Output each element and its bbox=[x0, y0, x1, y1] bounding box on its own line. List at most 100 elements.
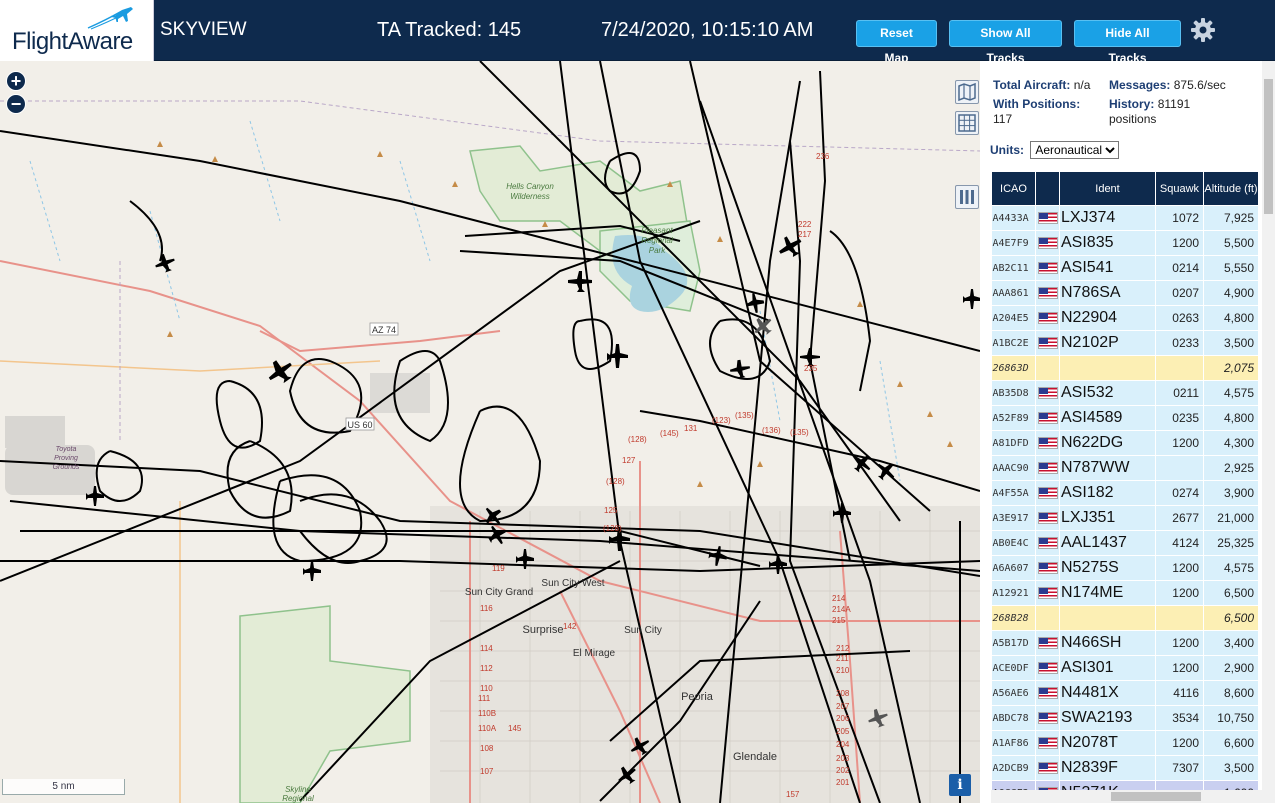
table-row[interactable]: A4433A LXJ374 1072 7,925 bbox=[991, 205, 1258, 231]
show-all-tracks-button[interactable]: Show All Tracks bbox=[949, 20, 1062, 65]
aircraft-ident-cell: N174ME bbox=[1059, 580, 1156, 606]
info-button[interactable]: i bbox=[949, 774, 971, 796]
table-row[interactable]: A1BC2E N2102P 0233 3,500 bbox=[991, 330, 1258, 356]
altitude-cell: 2,900 bbox=[1203, 655, 1258, 681]
column-header-squawk[interactable]: Squawk bbox=[1155, 171, 1204, 206]
map-canvas[interactable]: Hells Canyon Wilderness Pleasant Regiona… bbox=[0, 61, 980, 803]
altitude-cell: 8,600 bbox=[1203, 680, 1258, 706]
column-header-ident[interactable]: Ident bbox=[1059, 171, 1156, 206]
hide-all-tracks-button[interactable]: Hide All Tracks bbox=[1074, 20, 1181, 65]
table-row[interactable]: AB2C11 ASI541 0214 5,550 bbox=[991, 255, 1258, 281]
country-flag-cell bbox=[1035, 530, 1060, 556]
table-row[interactable]: A3E917 LXJ351 2677 21,000 bbox=[991, 505, 1258, 531]
gear-icon[interactable] bbox=[1190, 17, 1216, 43]
aircraft-ident-cell: LXJ374 bbox=[1059, 205, 1156, 231]
map-layers-button[interactable] bbox=[955, 80, 979, 104]
altitude-cell: 3,900 bbox=[1203, 480, 1258, 506]
reset-map-button[interactable]: Reset Map bbox=[856, 20, 937, 65]
country-flag-cell bbox=[1035, 755, 1060, 781]
aircraft-ident-cell: N787WW bbox=[1059, 455, 1156, 481]
svg-text:201: 201 bbox=[836, 778, 850, 787]
altitude-cell: 3,500 bbox=[1203, 330, 1258, 356]
aircraft-icao-cell: AAAC90 bbox=[991, 455, 1036, 481]
svg-text:142: 142 bbox=[563, 622, 577, 631]
column-toggle-button[interactable] bbox=[955, 185, 979, 209]
table-row[interactable]: AAAC90 N787WW 2,925 bbox=[991, 455, 1258, 481]
zoom-in-button[interactable]: + bbox=[6, 71, 26, 91]
table-row[interactable]: 268B28 6,500 bbox=[991, 605, 1258, 631]
svg-text:214: 214 bbox=[832, 594, 846, 603]
grid-toggle-button[interactable] bbox=[955, 111, 979, 135]
app-title: SKYVIEW bbox=[160, 19, 247, 40]
table-row[interactable]: A81DFD N622DG 1200 4,300 bbox=[991, 430, 1258, 456]
column-header-flag[interactable] bbox=[1035, 171, 1060, 206]
table-row[interactable]: A5B17D N466SH 1200 3,400 bbox=[991, 630, 1258, 656]
squawk-cell: 0233 bbox=[1155, 330, 1204, 356]
horizontal-scrollbar[interactable] bbox=[991, 790, 1262, 803]
table-row[interactable]: A12921 N174ME 1200 6,500 bbox=[991, 580, 1258, 606]
squawk-cell: 0211 bbox=[1155, 380, 1204, 406]
svg-text:Skyline: Skyline bbox=[285, 785, 311, 794]
svg-text:202: 202 bbox=[836, 766, 850, 775]
units-select[interactable]: Aeronautical bbox=[1030, 141, 1120, 159]
table-row[interactable]: ACE0DF ASI301 1200 2,900 bbox=[991, 655, 1258, 681]
flightaware-logo[interactable]: FlightAware bbox=[0, 0, 154, 61]
table-row[interactable]: AB0E4C AAL1437 4124 25,325 bbox=[991, 530, 1258, 556]
us-flag-icon bbox=[1037, 311, 1058, 324]
table-row[interactable]: A204E5 N22904 0263 4,800 bbox=[991, 305, 1258, 331]
aircraft-ident-cell: N466SH bbox=[1059, 630, 1156, 656]
squawk-cell: 2677 bbox=[1155, 505, 1204, 531]
svg-text:Park: Park bbox=[649, 246, 666, 255]
zoom-out-button[interactable]: − bbox=[6, 94, 26, 114]
scrollbar-thumb[interactable] bbox=[1264, 79, 1273, 214]
svg-text:(135): (135) bbox=[735, 411, 754, 420]
country-flag-cell bbox=[1035, 555, 1060, 581]
squawk-cell: 1200 bbox=[1155, 555, 1204, 581]
scrollbar-thumb[interactable] bbox=[1111, 792, 1201, 801]
us-flag-icon bbox=[1037, 561, 1058, 574]
vertical-scrollbar[interactable] bbox=[1262, 61, 1275, 803]
country-flag-cell bbox=[1035, 255, 1060, 281]
table-row[interactable]: A56AE6 N4481X 4116 8,600 bbox=[991, 680, 1258, 706]
squawk-cell: 1200 bbox=[1155, 630, 1204, 656]
columns-icon bbox=[960, 190, 974, 204]
logo-text: FlightAware bbox=[12, 28, 133, 55]
clock: 7/24/2020, 10:15:10 AM bbox=[601, 19, 814, 41]
table-row[interactable]: A1AF86 N2078T 1200 6,600 bbox=[991, 730, 1258, 756]
table-row[interactable]: AB35D8 ASI532 0211 4,575 bbox=[991, 380, 1258, 406]
altitude-cell: 3,400 bbox=[1203, 630, 1258, 656]
column-header-icao[interactable]: ICAO bbox=[991, 171, 1036, 206]
table-row[interactable]: A2DCB9 N2839F 7307 3,500 bbox=[991, 755, 1258, 781]
table-row[interactable]: A4E7F9 ASI835 1200 5,500 bbox=[991, 230, 1258, 256]
aircraft-icon bbox=[155, 253, 175, 273]
altitude-cell: 21,000 bbox=[1203, 505, 1258, 531]
svg-text:211: 211 bbox=[836, 654, 849, 663]
history-stat: History: 81191 positions bbox=[1109, 97, 1191, 126]
table-row[interactable]: A6A607 N5275S 1200 4,575 bbox=[991, 555, 1258, 581]
us-flag-icon bbox=[1037, 411, 1058, 424]
svg-text:217: 217 bbox=[798, 230, 812, 239]
table-row[interactable]: A52F89 ASI4589 0235 4,800 bbox=[991, 405, 1258, 431]
altitude-cell: 5,500 bbox=[1203, 230, 1258, 256]
country-flag-cell bbox=[1035, 630, 1060, 656]
svg-text:Proving: Proving bbox=[54, 455, 78, 462]
aircraft-icao-cell: 26863D bbox=[991, 355, 1036, 381]
us-flag-icon bbox=[1037, 511, 1058, 524]
svg-text:206: 206 bbox=[836, 714, 850, 723]
svg-text:222: 222 bbox=[798, 220, 812, 229]
table-row[interactable]: 26863D 2,075 bbox=[991, 355, 1258, 381]
table-row[interactable]: A4F55A ASI182 0274 3,900 bbox=[991, 480, 1258, 506]
map-icon bbox=[958, 82, 976, 102]
aircraft-icao-cell: A12921 bbox=[991, 580, 1036, 606]
column-header-altitude[interactable]: Altitude (ft) bbox=[1203, 171, 1258, 206]
aircraft-icao-cell: A81DFD bbox=[991, 430, 1036, 456]
altitude-cell: 4,900 bbox=[1203, 280, 1258, 306]
svg-text:(128): (128) bbox=[603, 524, 622, 533]
svg-text:108: 108 bbox=[480, 744, 494, 753]
table-row[interactable]: ABDC78 SWA2193 3534 10,750 bbox=[991, 705, 1258, 731]
table-row[interactable]: AAA861 N786SA 0207 4,900 bbox=[991, 280, 1258, 306]
aircraft-ident-cell: ASI532 bbox=[1059, 380, 1156, 406]
svg-text:107: 107 bbox=[480, 767, 494, 776]
aircraft-ident-cell: ASI835 bbox=[1059, 230, 1156, 256]
aircraft-icao-cell: AB2C11 bbox=[991, 255, 1036, 281]
